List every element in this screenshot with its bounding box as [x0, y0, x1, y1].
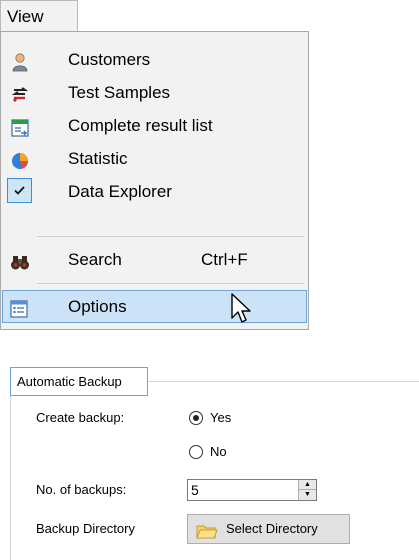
menu-item-data-explorer[interactable]: Data Explorer [2, 175, 307, 208]
menu-item-label: Complete result list [68, 116, 213, 135]
automatic-backup-group-title: Automatic Backup [10, 367, 148, 396]
radio-yes-label[interactable]: Yes [210, 410, 231, 426]
menu-item-statistic[interactable]: Statistic [2, 142, 307, 175]
menu-item-label: Search [68, 250, 122, 269]
menu-item-label: Data Explorer [68, 182, 172, 201]
menu-check-indicator [7, 178, 32, 203]
group-box-border-left [10, 369, 11, 560]
menu-item-customers[interactable]: Customers [2, 43, 307, 76]
view-menu-title[interactable]: View [0, 0, 78, 32]
radio-no-label[interactable]: No [210, 444, 227, 460]
number-of-backups-spinner[interactable]: ▲ ▼ [298, 480, 316, 500]
test-samples-icon [10, 83, 30, 103]
customer-icon [10, 50, 30, 72]
menu-item-options[interactable]: Options [2, 290, 307, 323]
group-title-text: Automatic Backup [17, 374, 122, 389]
menu-item-complete-result-list[interactable]: Complete result list [2, 109, 307, 142]
menu-item-search[interactable]: Search Ctrl+F [2, 243, 307, 276]
number-of-backups-label: No. of backups: [36, 482, 127, 497]
radio-no[interactable] [189, 445, 203, 459]
menu-item-label: Statistic [68, 149, 128, 168]
folder-icon [196, 522, 218, 550]
menu-item-label: Customers [68, 50, 151, 69]
checkmark-icon [14, 186, 25, 195]
options-icon [9, 297, 29, 318]
menu-item-label: Options [68, 297, 127, 316]
radio-yes[interactable] [189, 411, 203, 425]
view-menu-dropdown: Customers Test Samples Complete result l… [0, 31, 309, 330]
binoculars-icon [10, 250, 30, 270]
pie-chart-icon [10, 149, 30, 169]
backup-directory-label: Backup Directory [36, 521, 135, 536]
menu-separator [37, 283, 304, 284]
select-directory-label: Select Directory [226, 521, 318, 536]
spin-up-icon[interactable]: ▲ [299, 480, 316, 490]
menu-separator [37, 236, 304, 237]
result-list-icon [10, 116, 30, 137]
radio-selected-dot [193, 415, 199, 421]
mouse-cursor-icon [230, 293, 252, 332]
menu-item-shortcut: Ctrl+F [201, 250, 248, 269]
select-directory-button[interactable]: Select Directory [187, 514, 350, 544]
spin-down-icon[interactable]: ▼ [299, 490, 316, 500]
menu-item-label: Test Samples [68, 83, 171, 102]
number-of-backups-value: 5 [191, 482, 199, 498]
menu-item-test-samples[interactable]: Test Samples [2, 76, 307, 109]
view-menu-label: View [7, 7, 44, 26]
create-backup-label: Create backup: [36, 410, 125, 425]
